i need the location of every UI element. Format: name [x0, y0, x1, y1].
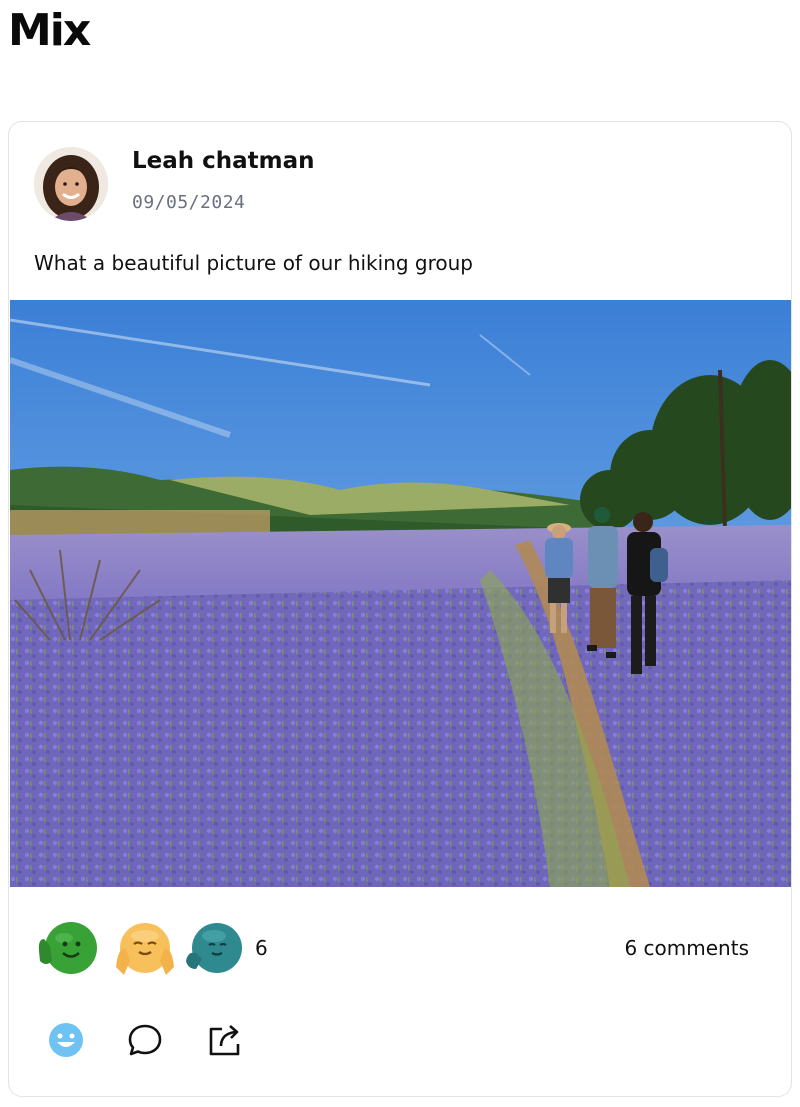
waving-smile-emoji-icon [38, 922, 97, 974]
share-icon [209, 1025, 240, 1056]
avatar[interactable] [34, 147, 108, 221]
comment-button[interactable] [125, 1020, 165, 1060]
smiley-icon [49, 1023, 83, 1057]
hands-on-cheeks-emoji-icon [116, 923, 174, 975]
comments-count[interactable]: 6 comments [624, 936, 749, 960]
post-date: 09/05/2024 [132, 192, 246, 213]
react-button[interactable] [46, 1020, 86, 1060]
author-name[interactable]: Leah chatman [132, 148, 315, 174]
landscape-photo-image [10, 300, 791, 887]
avatar-image [34, 147, 108, 221]
reaction-emoji-waving-smile[interactable] [36, 921, 98, 977]
post-photo[interactable] [10, 300, 791, 887]
post-text: What a beautiful picture of our hiking g… [34, 251, 474, 275]
calm-thinking-emoji-icon [186, 923, 242, 973]
reaction-count[interactable]: 6 [255, 936, 268, 960]
reaction-emoji-hands-on-cheeks[interactable] [114, 921, 176, 977]
post-card: Leah chatman 09/05/2024 What a beautiful… [8, 121, 792, 1097]
app-title: Mix [8, 5, 91, 56]
reaction-emoji-calm-thinking[interactable] [182, 921, 244, 977]
share-button[interactable] [205, 1020, 245, 1060]
speech-bubble-icon [128, 1024, 162, 1056]
